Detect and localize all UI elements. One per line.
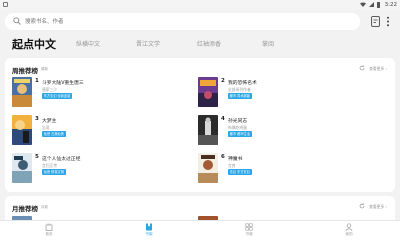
search-input[interactable] xyxy=(25,15,345,28)
book-item[interactable]: 2 我的恐怖名术 全部系列作者 都市 异术超能 xyxy=(198,77,378,115)
book-cover xyxy=(12,77,32,107)
top-actions xyxy=(365,15,395,29)
bottom-navigation: 首页 书架 书城 我的 xyxy=(0,220,400,240)
book-title: 神魔书 xyxy=(228,156,243,162)
book-author: 忘语 xyxy=(42,124,50,130)
nav-bookshelf[interactable]: 书架 xyxy=(129,223,169,240)
book-author: 全部系列作者 xyxy=(228,86,251,92)
tab-qidian[interactable]: 起点中文 xyxy=(12,36,56,52)
refresh-icon[interactable] xyxy=(359,203,365,209)
battery-icon xyxy=(377,2,380,8)
wifi-icon xyxy=(360,2,366,7)
more-vertical-icon[interactable] xyxy=(386,16,390,27)
rank-number: 4 xyxy=(221,116,225,122)
genre-tag: 玄幻 东方玄幻 xyxy=(228,168,252,176)
signal-icon xyxy=(369,2,374,7)
tab-zhangyue[interactable]: 掌阅 xyxy=(262,39,274,48)
nav-label: 书架 xyxy=(145,232,153,236)
nav-label: 我的 xyxy=(345,232,353,236)
book-author: 言良 xyxy=(228,162,236,168)
section-title: 周推荐榜 xyxy=(12,67,38,75)
status-bar: 3:22 xyxy=(0,0,400,10)
book-item[interactable]: 4 孙光同志 布偶吃鸡蛋 都市 都市生活 xyxy=(198,115,378,153)
book-cover xyxy=(198,77,218,107)
genre-tag: 东方玄幻 全新连载 xyxy=(42,92,73,100)
book-author: 唐家三少 xyxy=(42,86,58,92)
tab-hongxiu[interactable]: 红袖添香 xyxy=(197,39,221,48)
notification-icon xyxy=(3,2,8,7)
weekly-ranking-card: 周推荐榜 周新 查看更多 › 1 斗罗大陆V重生唐三 唐家三少 东方玄幻 全新连… xyxy=(5,58,395,192)
rank-number: 3 xyxy=(35,116,39,122)
rank-number: 1 xyxy=(35,78,39,84)
book-cover xyxy=(198,153,218,183)
rank-number: 5 xyxy=(35,154,39,160)
history-icon[interactable] xyxy=(371,16,380,27)
tab-jinjiang[interactable]: 晋江文学 xyxy=(136,39,160,48)
genre-tag: 仙侠 古典仙侠 xyxy=(42,130,66,138)
rank-number: 6 xyxy=(221,154,225,160)
book-title: 大梦主 xyxy=(42,118,57,124)
genre-tag: 都市 都市生活 xyxy=(228,130,252,138)
nav-bookstore[interactable]: 书城 xyxy=(229,223,269,240)
grid-icon xyxy=(245,223,253,231)
book-title: 这个人仙太过正经 xyxy=(42,156,81,162)
nav-profile[interactable]: 我的 xyxy=(329,223,369,240)
nav-label: 书城 xyxy=(245,232,253,236)
status-time: 3:22 xyxy=(384,2,397,8)
book-title: 我的恐怖名术 xyxy=(228,80,257,86)
genre-tag: 仙侠 修真文明 xyxy=(42,168,66,176)
book-author: 言归正传 xyxy=(42,162,58,168)
book-cover xyxy=(12,153,32,183)
genre-tag: 都市 异术超能 xyxy=(228,92,252,100)
book-title: 孙光同志 xyxy=(228,118,248,124)
book-item[interactable]: 1 斗罗大陆V重生唐三 唐家三少 东方玄幻 全新连载 xyxy=(12,77,192,115)
home-icon xyxy=(45,223,53,231)
refresh-icon[interactable] xyxy=(359,65,365,71)
channel-tabs: 起点中文 纵横中文 晋江文学 红袖添香 掌阅 xyxy=(0,33,400,55)
view-more-link[interactable]: 查看更多 › xyxy=(369,66,387,72)
section-tag: 月新 xyxy=(41,204,48,209)
nav-home[interactable]: 首页 xyxy=(29,223,69,240)
book-item[interactable]: 5 这个人仙太过正经 言归正传 仙侠 修真文明 xyxy=(12,153,192,191)
nav-label: 首页 xyxy=(45,232,53,236)
rank-number: 2 xyxy=(221,78,225,84)
book-item[interactable]: 3 大梦主 忘语 仙侠 古典仙侠 xyxy=(12,115,192,153)
book-icon xyxy=(146,223,152,231)
user-icon xyxy=(345,223,353,231)
section-title: 月推荐榜 xyxy=(12,205,38,213)
book-cover xyxy=(198,115,218,145)
section-tag: 周新 xyxy=(41,66,48,71)
book-title: 斗罗大陆V重生唐三 xyxy=(42,80,84,86)
search-bar[interactable] xyxy=(5,13,360,30)
book-item[interactable]: 6 神魔书 言良 玄幻 东方玄幻 xyxy=(198,153,378,191)
tab-zongheng[interactable]: 纵横中文 xyxy=(76,39,100,48)
view-more-link[interactable]: 查看更多 › xyxy=(369,204,387,210)
book-author: 布偶吃鸡蛋 xyxy=(228,124,247,130)
search-icon xyxy=(13,17,21,25)
book-cover xyxy=(12,115,32,145)
